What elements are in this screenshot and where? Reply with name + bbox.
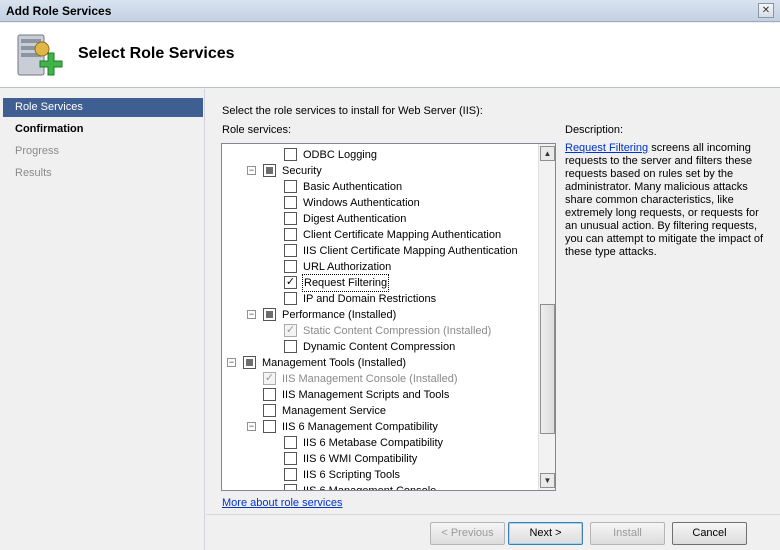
tree-item-label[interactable]: Request Filtering	[301, 274, 390, 292]
collapse-icon[interactable]: −	[247, 422, 256, 431]
title-bar: Add Role Services ✕	[0, 0, 780, 22]
tree-item-label[interactable]: Management Tools (Installed)	[262, 355, 406, 371]
server-add-icon	[12, 31, 64, 83]
checkbox[interactable]	[284, 468, 297, 481]
tree-item-label[interactable]: Performance (Installed)	[282, 307, 396, 323]
role-services-label: Role services:	[222, 124, 292, 136]
tree-item-label[interactable]: Dynamic Content Compression	[303, 339, 455, 355]
description-label: Description:	[565, 124, 624, 136]
checkbox[interactable]	[263, 420, 276, 433]
tree-item-label[interactable]: Security	[282, 163, 322, 179]
checkbox[interactable]: ✓	[284, 324, 297, 337]
checkbox[interactable]	[284, 340, 297, 353]
checkbox[interactable]	[284, 292, 297, 305]
checkbox[interactable]	[284, 452, 297, 465]
scroll-down-icon[interactable]: ▼	[540, 473, 555, 488]
scroll-up-icon[interactable]: ▲	[540, 146, 555, 161]
tree-item-label[interactable]: Windows Authentication	[303, 195, 420, 211]
checkbox[interactable]: ✓	[284, 276, 297, 289]
install-button[interactable]: Install	[590, 522, 665, 545]
checkbox[interactable]	[284, 436, 297, 449]
more-about-role-services-link[interactable]: More about role services	[222, 497, 342, 509]
nav-item-confirmation[interactable]: Confirmation	[3, 120, 203, 139]
tree-item-label[interactable]: IIS Management Console (Installed)	[282, 371, 457, 387]
nav-item-progress: Progress	[15, 145, 60, 157]
description-text: screens all incoming requests to the ser…	[565, 142, 764, 258]
checkbox[interactable]	[284, 196, 297, 209]
checkbox[interactable]	[243, 356, 256, 369]
checkbox[interactable]	[284, 484, 297, 490]
tree-item-label[interactable]: IIS 6 Metabase Compatibility	[303, 435, 443, 451]
checkbox[interactable]	[284, 180, 297, 193]
nav-item-results: Results	[15, 167, 52, 179]
nav-item-role-services[interactable]: Role Services	[3, 98, 203, 117]
collapse-icon[interactable]: −	[227, 358, 236, 367]
tree-item-label[interactable]: IIS Management Scripts and Tools	[282, 387, 449, 403]
tree-scrollbar[interactable]: ▲ ▼	[538, 144, 555, 490]
checkbox[interactable]	[284, 260, 297, 273]
collapse-icon[interactable]: −	[247, 166, 256, 175]
tree-item-label[interactable]: Static Content Compression (Installed)	[303, 323, 491, 339]
checkbox[interactable]	[284, 244, 297, 257]
description-link[interactable]: Request Filtering	[565, 142, 648, 154]
next-button[interactable]: Next >	[508, 522, 583, 545]
tree-item-label[interactable]: Client Certificate Mapping Authenticatio…	[303, 227, 501, 243]
wizard-header: Select Role Services	[0, 23, 780, 88]
page-title: Select Role Services	[78, 45, 235, 62]
tree-item-label[interactable]: IIS 6 Management Compatibility	[282, 419, 438, 435]
close-icon[interactable]: ✕	[758, 3, 774, 18]
checkbox[interactable]	[263, 404, 276, 417]
scroll-thumb[interactable]	[540, 304, 555, 434]
previous-button[interactable]: < Previous	[430, 522, 505, 545]
cancel-button[interactable]: Cancel	[672, 522, 747, 545]
checkbox[interactable]: ✓	[263, 372, 276, 385]
checkbox[interactable]	[263, 388, 276, 401]
tree-item-label[interactable]: Basic Authentication	[303, 179, 402, 195]
tree-item-label[interactable]: ODBC Logging	[303, 147, 377, 163]
checkbox[interactable]	[284, 228, 297, 241]
tree-item-label[interactable]: IIS 6 Management Console	[303, 483, 436, 490]
tree-item-label[interactable]: IIS 6 Scripting Tools	[303, 467, 400, 483]
collapse-icon[interactable]: −	[247, 310, 256, 319]
tree-item-label[interactable]: Management Service	[282, 403, 386, 419]
checkbox[interactable]	[263, 164, 276, 177]
role-services-tree[interactable]: ODBC Logging − Security Basic Authenticatio…	[221, 143, 556, 491]
tree-item-label[interactable]: IP and Domain Restrictions	[303, 291, 436, 307]
tree-item-label[interactable]: IIS 6 WMI Compatibility	[303, 451, 417, 467]
tree-item-label[interactable]: Digest Authentication	[303, 211, 406, 227]
instruction-text: Select the role services to install for …	[222, 105, 483, 117]
checkbox[interactable]	[284, 212, 297, 225]
checkbox[interactable]	[284, 148, 297, 161]
wizard-nav: Role Services Confirmation Progress Resu…	[0, 89, 205, 550]
checkbox[interactable]	[263, 308, 276, 321]
description-panel: Request Filtering screens all incoming r…	[565, 142, 765, 259]
tree-item-label[interactable]: IIS Client Certificate Mapping Authentic…	[303, 243, 518, 259]
tree-item-label[interactable]: URL Authorization	[303, 259, 391, 275]
window-title: Add Role Services	[6, 4, 112, 18]
